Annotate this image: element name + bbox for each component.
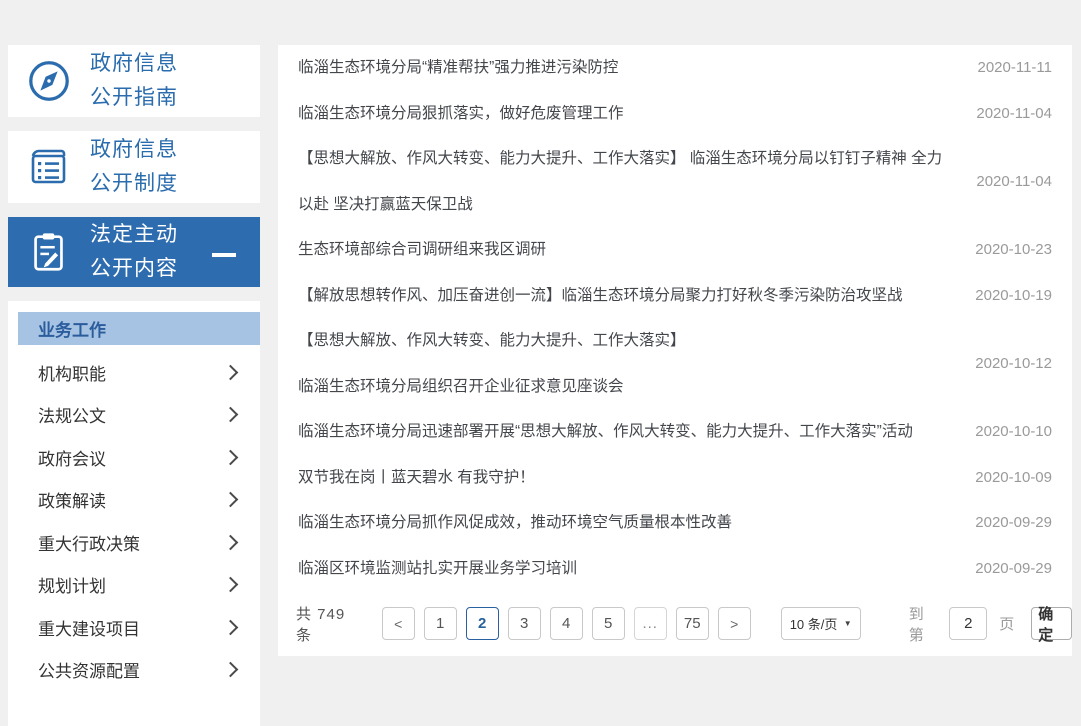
list-item[interactable]: 【思想大解放、作风大转变、能力大提升、工作大落实】 临淄生态环境分局组织召开企业… [278,318,1072,409]
total-count-label: 共 749 条 [296,605,346,644]
news-title-link[interactable]: 生态环境部综合司调研组来我区调研 [298,227,948,273]
list-item[interactable]: 临淄生态环境分局迅速部署开展“思想大解放、作风大转变、能力大提升、工作大落实”活… [278,409,1072,455]
sidebar-item-disclosure-system[interactable]: 政府信息 公开制度 [8,131,260,203]
news-date: 2020-09-29 [975,559,1052,577]
list-item[interactable]: 临淄生态环境分局狠抓落实，做好危废管理工作 2020-11-04 [278,91,1072,137]
news-date: 2020-10-12 [975,355,1052,372]
news-date: 2020-09-29 [975,514,1052,532]
pagination-bar: 共 749 条 < 1 2 3 4 5 ... 75 > 10 条/页 ▼ 到第… [278,591,1072,656]
sidebar-item-policy-interpretation[interactable]: 政策解读 [8,479,260,522]
chevron-right-icon [222,619,239,636]
page-size-label: 10 条/页 [789,617,838,632]
sidebar-item-label: 法定主动 公开内容 [90,223,178,280]
prev-page-button[interactable]: < [381,607,415,640]
news-date: 2020-11-04 [976,104,1052,122]
compass-icon [8,58,90,104]
goto-page-suffix: 页 [999,616,1016,633]
page: { "colors": { "accent_blue": "#2e6cb0", … [0,0,1081,726]
news-date: 2020-10-19 [975,286,1052,304]
chevron-right-icon [222,364,239,381]
ledger-icon [8,143,90,191]
sidebar-item-label: 政府信息 公开指南 [90,52,178,109]
news-title-link[interactable]: 临淄生态环境分局抓作风促成效，推动环境空气质量根本性改善 [298,500,948,546]
chevron-right-icon [222,534,239,551]
menu-item-label: 规划计划 [38,577,106,597]
sidebar-item-org-functions[interactable]: 机构职能 [8,351,260,394]
sidebar-item-disclosure-guide[interactable]: 政府信息 公开指南 [8,45,260,117]
sidebar-item-gov-meetings[interactable]: 政府会议 [8,436,260,479]
news-title-link[interactable]: 【思想大解放、作风大转变、能力大提升、工作大落实】 临淄生态环境分局以钉钉子精神… [298,136,948,227]
list-item[interactable]: 【解放思想转作风、加压奋进创一流】临淄生态环境分局聚力打好秋冬季污染防治攻坚战 … [278,273,1072,319]
menu-item-label: 政府会议 [38,449,106,469]
news-title-link[interactable]: 【思想大解放、作风大转变、能力大提升、工作大落实】 临淄生态环境分局组织召开企业… [298,318,948,409]
news-title-link[interactable]: 【解放思想转作风、加压奋进创一流】临淄生态环境分局聚力打好秋冬季污染防治攻坚战 [298,273,948,319]
confirm-button[interactable]: 确定 [1031,606,1072,644]
news-date: 2020-10-10 [975,423,1052,441]
sidebar-item-business-work[interactable]: 业务工作 [18,312,260,345]
news-title-link[interactable]: 双节我在岗丨蓝天碧水 有我守护！ [298,455,948,501]
goto-page-input[interactable] [949,607,988,640]
minus-icon [212,253,236,257]
clipboard-pencil-icon [8,229,90,275]
page-button-1[interactable]: 1 [423,607,457,640]
menu-item-label: 重大行政决策 [38,534,140,554]
news-title-link[interactable]: 临淄生态环境分局“精准帮扶”强力推进污染防控 [298,45,948,91]
news-title-link[interactable]: 临淄生态环境分局狠抓落实，做好危废管理工作 [298,91,948,137]
next-page-button[interactable]: > [717,607,751,640]
page-button-2-active[interactable]: 2 [465,607,499,640]
page-button-5[interactable]: 5 [591,607,625,640]
news-date: 2020-10-23 [975,241,1052,259]
menu-item-label: 公共资源配置 [38,662,140,682]
menu-item-label: 政策解读 [38,492,106,512]
chevron-right-icon [222,449,239,466]
list-item[interactable]: 临淄生态环境分局“精准帮扶”强力推进污染防控 2020-11-11 [278,45,1072,91]
list-item[interactable]: 生态环境部综合司调研组来我区调研 2020-10-23 [278,227,1072,273]
news-title-link[interactable]: 临淄区环境监测站扎实开展业务学习培训 [298,546,948,592]
chevron-right-icon [222,406,239,423]
sidebar: 政府信息 公开指南 政府信息 公开制度 法定主动 公开内容 业务工作 机构职能 … [8,45,260,726]
dropdown-caret-icon: ▼ [843,619,852,628]
sidebar-item-label: 政府信息 公开制度 [90,138,178,195]
chevron-right-icon [222,661,239,678]
list-item[interactable]: 双节我在岗丨蓝天碧水 有我守护！ 2020-10-09 [278,455,1072,501]
menu-item-label: 法规公文 [38,407,106,427]
page-size-select[interactable]: 10 条/页 ▼ [780,607,861,640]
menu-item-label: 机构职能 [38,364,106,384]
news-date: 2020-10-09 [975,468,1052,486]
news-list-panel: 临淄生态环境分局“精准帮扶”强力推进污染防控 2020-11-11 临淄生态环境… [278,45,1072,656]
list-item[interactable]: 临淄生态环境分局抓作风促成效，推动环境空气质量根本性改善 2020-09-29 [278,500,1072,546]
menu-item-label: 重大建设项目 [38,619,140,639]
sidebar-item-regulations[interactable]: 法规公文 [8,394,260,437]
goto-page-prefix: 到第 [908,605,925,644]
page-button-75[interactable]: 75 [675,607,709,640]
page-button-4[interactable]: 4 [549,607,583,640]
sidebar-item-planning[interactable]: 规划计划 [8,564,260,607]
sidebar-item-major-decisions[interactable]: 重大行政决策 [8,521,260,564]
sidebar-item-statutory-disclosure[interactable]: 法定主动 公开内容 [8,217,260,287]
list-item[interactable]: 【思想大解放、作风大转变、能力大提升、工作大落实】 临淄生态环境分局以钉钉子精神… [278,136,1072,227]
menu-item-label: 业务工作 [38,321,106,340]
sidebar-item-major-projects[interactable]: 重大建设项目 [8,606,260,649]
page-button-3[interactable]: 3 [507,607,541,640]
chevron-right-icon [222,576,239,593]
sidebar-item-public-resources[interactable]: 公共资源配置 [8,649,260,692]
list-item[interactable]: 临淄区环境监测站扎实开展业务学习培训 2020-09-29 [278,546,1072,592]
page-ellipsis-button[interactable]: ... [633,607,667,640]
news-date: 2020-11-04 [976,173,1052,190]
chevron-right-icon [222,491,239,508]
news-date: 2020-11-11 [977,59,1052,77]
news-title-link[interactable]: 临淄生态环境分局迅速部署开展“思想大解放、作风大转变、能力大提升、工作大落实”活… [298,409,948,455]
sidebar-submenu: 业务工作 机构职能 法规公文 政府会议 政策解读 重大行政决策 规划计划 重大建… [8,301,260,726]
